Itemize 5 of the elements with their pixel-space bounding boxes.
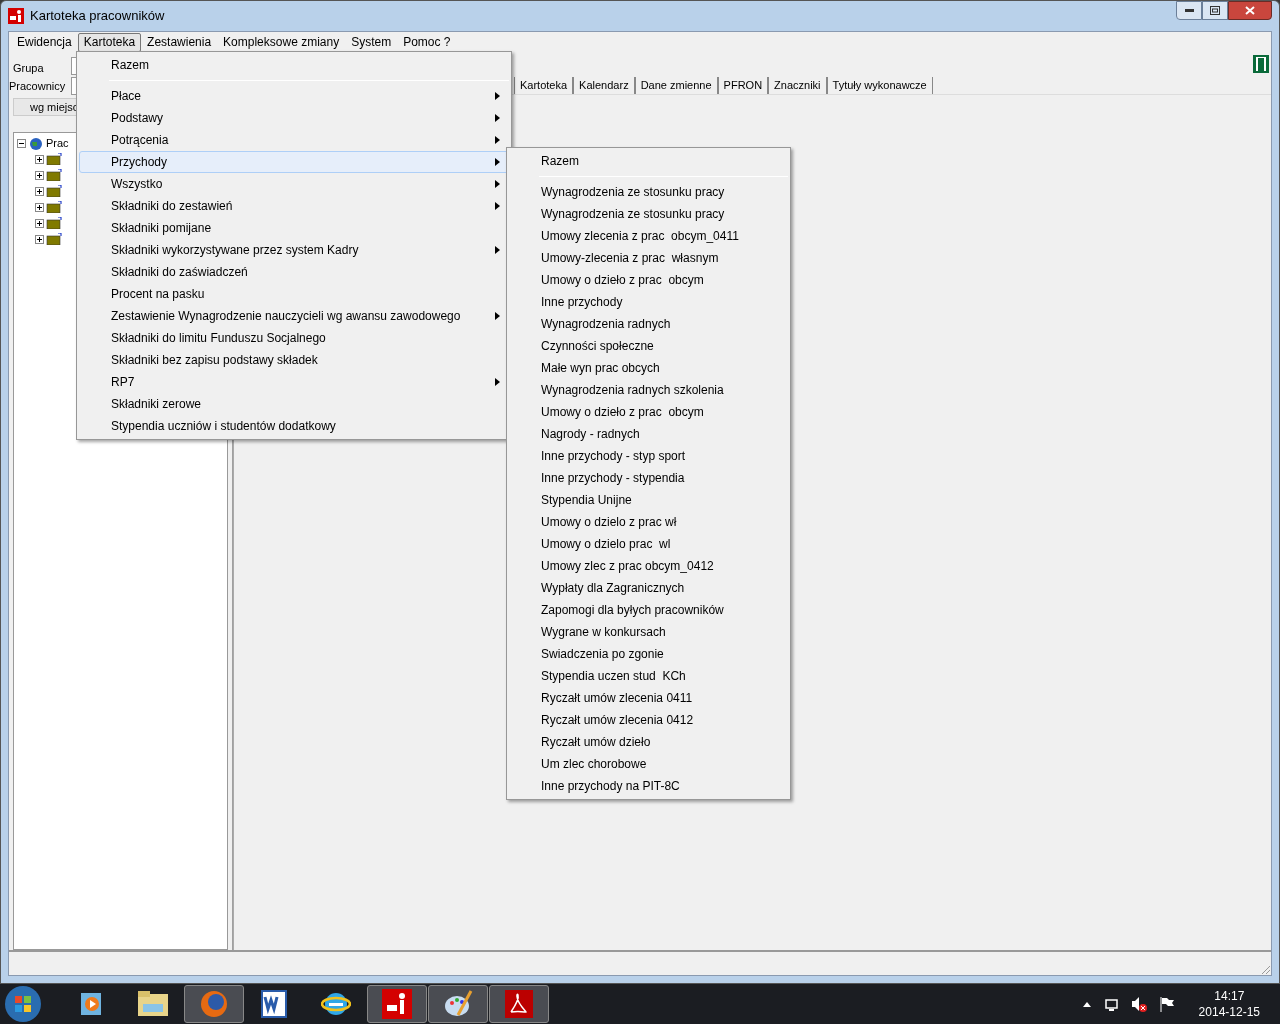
- filter-label: Grupa: [12, 60, 45, 76]
- window-title: Kartoteka pracowników: [30, 7, 165, 26]
- filter-label: Pracownicy: [9, 78, 67, 94]
- clock-time: 14:17: [1214, 988, 1245, 1004]
- clock-date: 2014-12-15: [1198, 1004, 1260, 1020]
